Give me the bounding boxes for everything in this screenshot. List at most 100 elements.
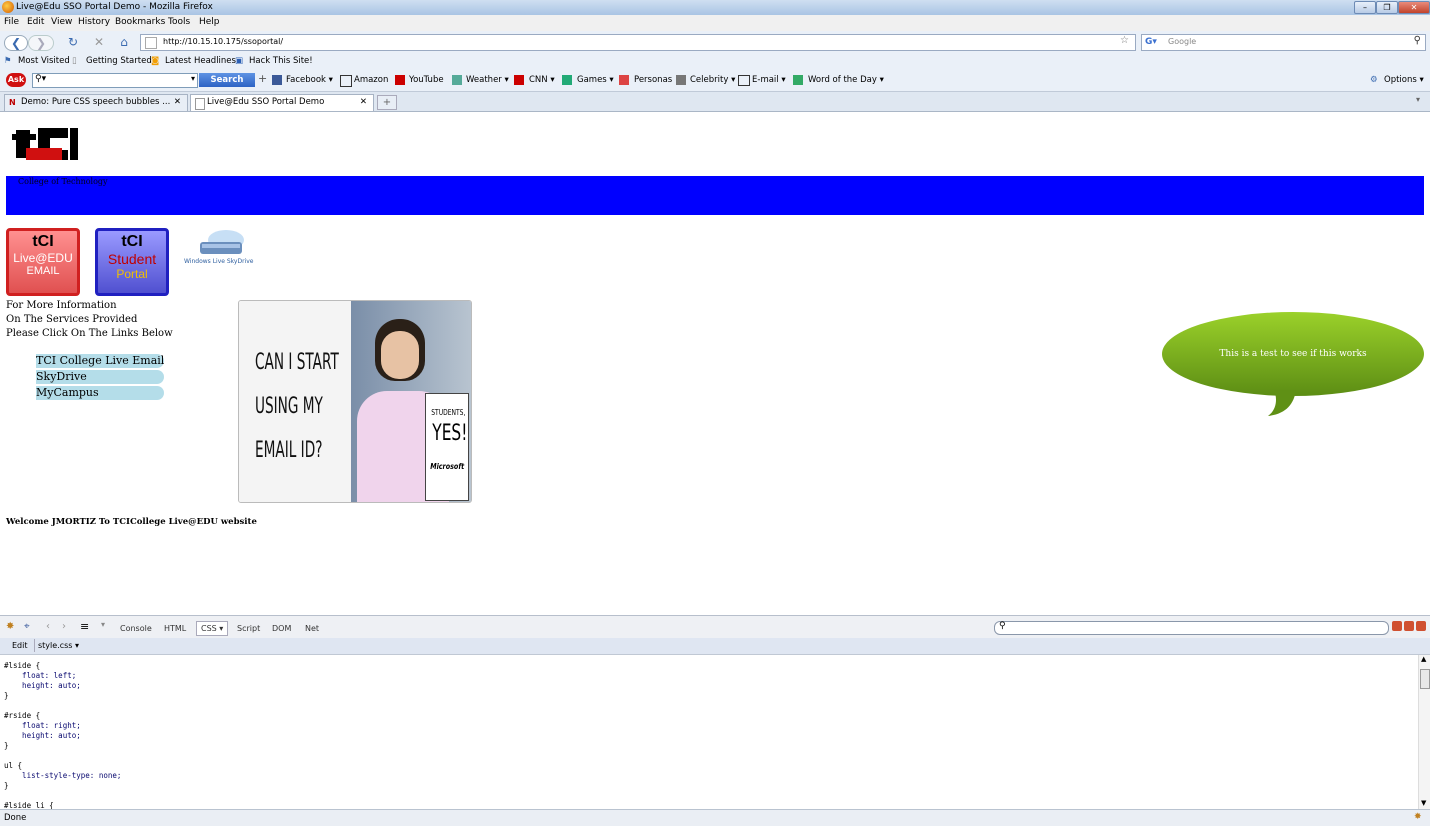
forward-arrow-icon[interactable]: › — [62, 621, 66, 632]
google-icon[interactable]: G▾ — [1145, 37, 1157, 47]
chevron-down-icon[interactable]: ▾ — [191, 74, 195, 83]
ask-toolbar: Ask ⚲▾ ▾ Search + Facebook ▾ Amazon YouT… — [0, 70, 1430, 92]
promo-headline-line1: CAN I START — [255, 350, 339, 375]
menu-bookmarks[interactable]: Bookmarks — [115, 17, 165, 27]
add-icon[interactable]: + — [258, 72, 267, 85]
status-text: Done — [4, 813, 27, 823]
forward-button[interactable]: ❯ — [28, 35, 54, 51]
search-field[interactable]: G▾ Google ⚲ — [1141, 34, 1426, 51]
skydrive-tile[interactable]: Windows Live SkyDrive — [184, 228, 260, 274]
tab-demo-css-bubbles[interactable]: N Demo: Pure CSS speech bubbles ... ✕ — [4, 94, 188, 111]
toolbar-games[interactable]: Games ▾ — [577, 75, 614, 85]
menu-tools[interactable]: Tools — [168, 17, 190, 27]
bookmark-getting-started[interactable]: Getting Started — [86, 56, 152, 66]
inspect-icon[interactable]: ⌖ — [24, 621, 30, 632]
code-scrollbar[interactable]: ▲ ▼ — [1418, 655, 1430, 809]
tile-live-line2: EMAIL — [26, 265, 60, 277]
toolbar-word-of-the-day[interactable]: Word of the Day ▾ — [808, 75, 884, 85]
ask-logo-icon[interactable]: Ask — [6, 73, 26, 87]
speech-bubble-tail — [1268, 390, 1296, 416]
skydrive-caption: Windows Live SkyDrive — [184, 258, 254, 265]
stop-icon[interactable]: ✕ — [90, 35, 108, 49]
bookmark-hack-this-site[interactable]: Hack This Site! — [249, 56, 313, 66]
minimize-button[interactable]: – — [1354, 1, 1376, 14]
tab-sso-portal[interactable]: Live@Edu SSO Portal Demo ✕ — [190, 94, 374, 111]
firebug-search-input[interactable]: ⚲ — [994, 621, 1389, 635]
code-line: height: auto; — [4, 681, 81, 690]
code-line: float: right; — [4, 721, 81, 730]
navigation-bar: ❮ ❯ ↻ ✕ ⌂ http://10.15.10.175/ssoportal/… — [0, 31, 1430, 53]
close-button[interactable]: ✕ — [1398, 1, 1430, 14]
fb-close-icon[interactable] — [1416, 621, 1426, 631]
maximize-button[interactable]: ❐ — [1376, 1, 1398, 14]
reload-icon[interactable]: ↻ — [64, 35, 82, 49]
scrollbar-thumb[interactable] — [1420, 669, 1430, 689]
menu-help[interactable]: Help — [199, 17, 220, 27]
tab-label: Demo: Pure CSS speech bubbles ... — [21, 97, 171, 107]
fb-tab-html[interactable]: HTML — [164, 624, 186, 633]
search-icon[interactable]: ⚲ — [1414, 35, 1421, 46]
divider — [34, 639, 35, 652]
back-button[interactable]: ❮ — [4, 35, 28, 51]
scroll-up-icon[interactable]: ▲ — [1421, 655, 1426, 663]
fb-tab-script[interactable]: Script — [237, 624, 260, 633]
fb-tab-net[interactable]: Net — [305, 624, 319, 633]
student-portal-tile[interactable]: tCI Student Portal — [95, 228, 169, 296]
ask-search-input[interactable]: ⚲▾ ▾ — [32, 73, 198, 88]
chevron-down-icon[interactable]: ▾ — [101, 620, 105, 629]
skydrive-icon — [200, 230, 244, 254]
window-title: Live@Edu SSO Portal Demo - Mozilla Firef… — [16, 2, 213, 12]
toolbar-facebook[interactable]: Facebook ▾ — [286, 75, 333, 85]
tci-logo-small: tCI — [121, 233, 143, 250]
code-line: } — [4, 781, 9, 790]
toolbar-weather[interactable]: Weather ▾ — [466, 75, 509, 85]
link-tci-live-email[interactable]: TCI College Live Email — [36, 354, 164, 368]
menu-view[interactable]: View — [51, 17, 72, 27]
fb-file-selector[interactable]: style.css ▾ — [38, 641, 79, 650]
css-source-view[interactable]: #lside { float: left; height: auto; } #r… — [0, 655, 1418, 810]
new-tab-button[interactable]: + — [377, 95, 397, 110]
tci-logo-small: tCI — [32, 233, 54, 250]
url-field[interactable]: http://10.15.10.175/ssoportal/ ☆ — [140, 34, 1136, 51]
live-edu-email-tile[interactable]: tCI Live@EDU EMAIL — [6, 228, 80, 296]
toolbar-celebrity[interactable]: Celebrity ▾ — [690, 75, 735, 85]
toolbar-personas[interactable]: Personas — [634, 75, 672, 85]
toolbar-cnn[interactable]: CNN ▾ — [529, 75, 555, 85]
fb-detach-icon[interactable] — [1404, 621, 1414, 631]
bookmark-latest-headlines[interactable]: Latest Headlines — [165, 56, 236, 66]
menu-file[interactable]: File — [4, 17, 19, 27]
firebug-status-icon[interactable]: ✸ — [1414, 812, 1422, 822]
fb-tab-dom[interactable]: DOM — [272, 624, 291, 633]
close-tab-icon[interactable]: ✕ — [174, 97, 181, 107]
home-icon[interactable]: ⌂ — [115, 35, 133, 49]
back-arrow-icon[interactable]: ‹ — [46, 621, 50, 632]
title-bar: Live@Edu SSO Portal Demo - Mozilla Firef… — [0, 0, 1430, 15]
toolbar-youtube[interactable]: YouTube — [409, 75, 444, 85]
fb-tab-console[interactable]: Console — [120, 624, 152, 633]
fb-edit-button[interactable]: Edit — [12, 641, 28, 650]
menu-lines-icon[interactable]: ≡ — [80, 620, 89, 633]
ask-search-button[interactable]: Search — [199, 73, 255, 87]
code-line: ul { — [4, 761, 23, 770]
weather-icon — [452, 75, 462, 85]
link-mycampus[interactable]: MyCampus — [36, 386, 164, 400]
celebrity-icon — [676, 75, 686, 85]
bookmark-star-icon[interactable]: ☆ — [1120, 35, 1129, 46]
scroll-down-icon[interactable]: ▼ — [1421, 799, 1426, 807]
toolbar-options[interactable]: Options ▾ — [1384, 75, 1424, 85]
menu-history[interactable]: History — [78, 17, 110, 27]
email-icon — [738, 75, 750, 86]
tci-logo — [12, 120, 78, 170]
toolbar-email[interactable]: E-mail ▾ — [752, 75, 786, 85]
fb-minimize-icon[interactable] — [1392, 621, 1402, 631]
menu-edit[interactable]: Edit — [27, 17, 44, 27]
link-skydrive[interactable]: SkyDrive — [36, 370, 164, 384]
toolbar-amazon[interactable]: Amazon — [354, 75, 388, 85]
firebug-icon[interactable]: ✸ — [6, 621, 14, 632]
firebug-subbar: Edit style.css ▾ — [0, 638, 1430, 655]
fb-tab-css[interactable]: CSS ▾ — [196, 621, 229, 636]
promo-answer-big: YES! — [432, 421, 468, 446]
tab-list-chevron-icon[interactable]: ▾ — [1416, 95, 1420, 104]
close-tab-icon[interactable]: ✕ — [360, 97, 367, 107]
bookmark-most-visited[interactable]: Most Visited — [18, 56, 70, 66]
